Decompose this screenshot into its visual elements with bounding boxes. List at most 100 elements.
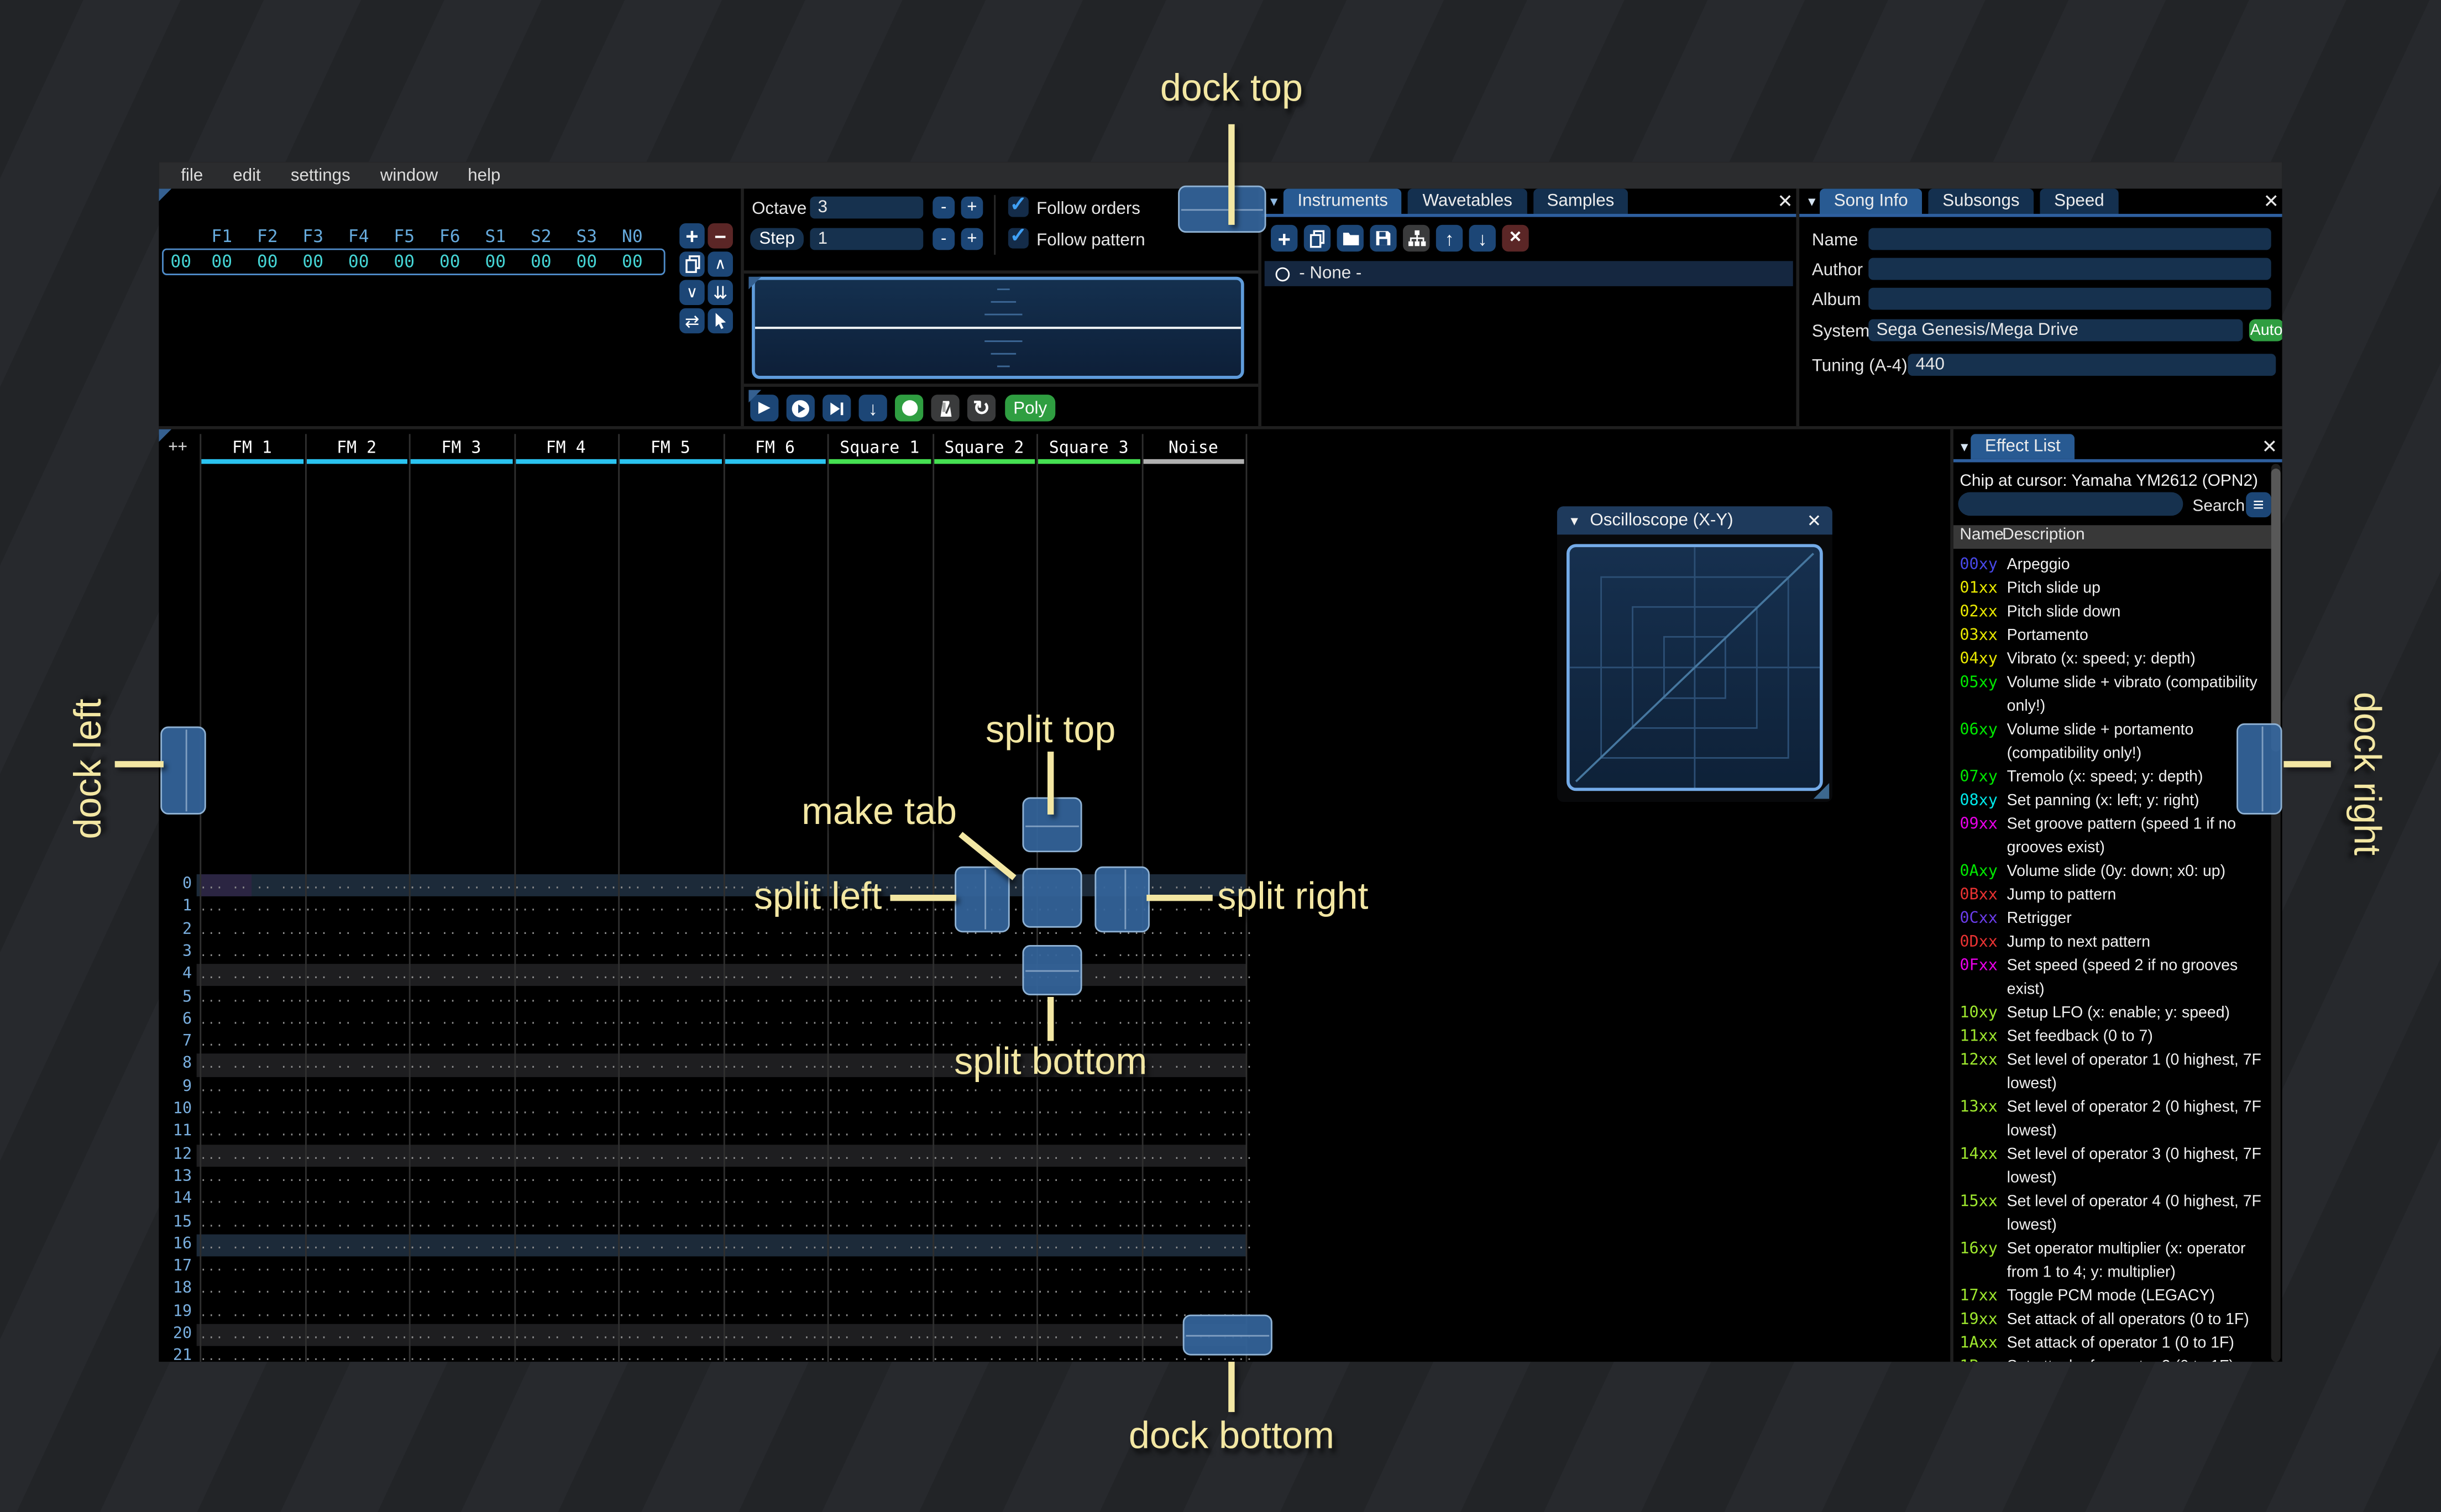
pattern-cell[interactable]: ... .. .. .... bbox=[932, 1279, 1044, 1301]
menu-item-file[interactable]: file bbox=[181, 166, 203, 185]
dock-right-target[interactable] bbox=[2236, 723, 2282, 815]
pattern-cell[interactable]: ... .. .. .... bbox=[827, 986, 939, 1009]
pattern-cell[interactable]: ... .. .. .... bbox=[514, 1279, 625, 1301]
pattern-cell[interactable]: ... .. .. .... bbox=[618, 1257, 730, 1279]
pattern-cell[interactable]: ... .. .. .... bbox=[409, 986, 521, 1009]
pattern-cell[interactable]: ... .. .. .... bbox=[1141, 964, 1253, 987]
pattern-cell[interactable]: ... .. .. .... bbox=[932, 964, 1044, 987]
pattern-cell[interactable]: ... .. .. .... bbox=[409, 874, 521, 897]
instrument-duplicate-button[interactable] bbox=[1303, 224, 1331, 252]
pattern-cell[interactable]: ... .. .. .... bbox=[1141, 919, 1253, 942]
effect-row[interactable]: 09xx Set groove pattern (speed 1 if no gr… bbox=[1960, 813, 2274, 860]
split-left-target[interactable] bbox=[955, 866, 1010, 933]
pattern-cell[interactable]: ... .. .. .... bbox=[200, 1167, 311, 1189]
order-cell[interactable]: 00 bbox=[518, 251, 564, 272]
play-song-button[interactable] bbox=[786, 395, 815, 422]
pattern-cell[interactable]: ... .. .. .... bbox=[409, 1301, 521, 1324]
pattern-cell[interactable]: ... .. .. .... bbox=[827, 919, 939, 942]
effect-row[interactable]: 14xx Set level of operator 3 (0 highest, … bbox=[1960, 1143, 2274, 1190]
octave-input[interactable] bbox=[810, 196, 924, 219]
pattern-cell[interactable]: ... .. .. .... bbox=[1141, 1144, 1253, 1167]
pattern-cell[interactable]: ... .. .. .... bbox=[305, 1234, 416, 1257]
collapse-icon[interactable]: ▼ bbox=[1267, 195, 1280, 209]
pattern-cell[interactable]: ... .. .. .... bbox=[514, 1301, 625, 1324]
effect-row[interactable]: 13xx Set level of operator 2 (0 highest, … bbox=[1960, 1096, 2274, 1143]
pattern-cell[interactable]: ... .. .. .... bbox=[722, 1032, 834, 1054]
order-cell[interactable]: 00 bbox=[199, 251, 245, 272]
pattern-cell[interactable]: ... .. .. .... bbox=[514, 1032, 625, 1054]
instrument-move-down-button[interactable]: ↓ bbox=[1469, 224, 1496, 252]
tab-samples[interactable]: Samples bbox=[1532, 188, 1628, 214]
pattern-cell[interactable]: ... .. .. .... bbox=[514, 1144, 625, 1167]
pattern-cell[interactable]: ... .. .. .... bbox=[618, 1324, 730, 1347]
pattern-cell[interactable]: ... .. .. .... bbox=[1036, 1346, 1148, 1362]
pattern-cell[interactable]: ... .. .. .... bbox=[932, 1301, 1044, 1324]
pattern-cell[interactable]: ... .. .. .... bbox=[409, 1009, 521, 1032]
pattern-cell[interactable]: ... .. .. .... bbox=[827, 942, 939, 964]
order-remove-button[interactable]: − bbox=[708, 223, 733, 249]
pattern-cell[interactable]: ... .. .. .... bbox=[722, 964, 834, 987]
pattern-cell[interactable]: ... .. .. .... bbox=[618, 919, 730, 942]
pattern-cell[interactable]: ... .. .. .... bbox=[1036, 1279, 1148, 1301]
pattern-cell[interactable]: ... .. .. .... bbox=[514, 1167, 625, 1189]
pattern-cell[interactable]: ... .. .. .... bbox=[409, 1167, 521, 1189]
pattern-cell[interactable]: ... .. .. .... bbox=[827, 1301, 939, 1324]
pattern-cell[interactable]: ... .. .. .... bbox=[1141, 1211, 1253, 1234]
effect-row[interactable]: 08xy Set panning (x: left; y: right) bbox=[1960, 789, 2274, 813]
pattern-cell[interactable]: ... .. .. .... bbox=[200, 1122, 311, 1144]
record-button[interactable] bbox=[895, 395, 924, 422]
effect-row[interactable]: 0Dxx Jump to next pattern bbox=[1960, 931, 2274, 954]
pattern-cell[interactable]: ... .. .. .... bbox=[409, 1211, 521, 1234]
step-row-button[interactable]: ↓ bbox=[858, 395, 887, 422]
pattern-cell[interactable]: ... .. .. .... bbox=[1036, 1189, 1148, 1212]
pattern-cell[interactable]: ... .. .. .... bbox=[514, 942, 625, 964]
pattern-cell[interactable]: ... .. .. .... bbox=[200, 1054, 311, 1077]
instrument-toggle-folders-button[interactable] bbox=[1403, 224, 1430, 252]
pattern-cell[interactable]: ... .. .. .... bbox=[200, 1279, 311, 1301]
instrument-move-up-button[interactable]: ↑ bbox=[1436, 224, 1463, 252]
pattern-cell[interactable]: ... .. .. .... bbox=[514, 1189, 625, 1212]
pattern-cell[interactable]: ... .. .. .... bbox=[514, 1346, 625, 1362]
pattern-cell[interactable]: ... .. .. .... bbox=[514, 964, 625, 987]
pattern-cell[interactable]: ... .. .. .... bbox=[514, 1099, 625, 1122]
pattern-cell[interactable]: ... .. .. .... bbox=[932, 1099, 1044, 1122]
pattern-cell[interactable]: ... .. .. .... bbox=[932, 986, 1044, 1009]
pattern-cell[interactable]: ... .. .. .... bbox=[618, 1234, 730, 1257]
repeat-pattern-button[interactable]: ↻ bbox=[967, 395, 996, 422]
order-cell[interactable]: 00 bbox=[290, 251, 336, 272]
pattern-cell[interactable]: ... .. .. .... bbox=[1036, 1099, 1148, 1122]
pattern-cell[interactable]: ... .. .. .... bbox=[618, 964, 730, 987]
pattern-cell[interactable]: ... .. .. .... bbox=[409, 1279, 521, 1301]
effect-row[interactable]: 16xy Set operator multiplier (x: operator… bbox=[1960, 1237, 2274, 1284]
pattern-cell[interactable]: ... .. .. .... bbox=[827, 1054, 939, 1077]
pattern-cell[interactable]: ... .. .. .... bbox=[514, 986, 625, 1009]
pattern-cell[interactable]: ... .. .. .... bbox=[1141, 1189, 1253, 1212]
pattern-cell[interactable]: ... .. .. .... bbox=[932, 1211, 1044, 1234]
pattern-cell[interactable]: ... .. .. .... bbox=[305, 964, 416, 987]
pattern-cell[interactable]: ... .. .. .... bbox=[827, 1324, 939, 1347]
pattern-cell[interactable]: ... .. .. .... bbox=[932, 1122, 1044, 1144]
pattern-cell[interactable]: ... .. .. .... bbox=[722, 1122, 834, 1144]
dock-bottom-target[interactable] bbox=[1182, 1314, 1272, 1356]
pattern-cell[interactable]: ... .. .. .... bbox=[1036, 1211, 1148, 1234]
collapse-icon[interactable]: ▼ bbox=[1568, 513, 1581, 528]
pattern-cell[interactable]: ... .. .. .... bbox=[514, 1211, 625, 1234]
pattern-cell[interactable]: ... .. .. .... bbox=[305, 1257, 416, 1279]
pattern-cell[interactable]: ... .. .. .... bbox=[1141, 1122, 1253, 1144]
pattern-cell[interactable]: ... .. .. .... bbox=[722, 986, 834, 1009]
pattern-cell[interactable]: ... .. .. .... bbox=[1141, 986, 1253, 1009]
poly-mono-toggle[interactable]: Poly bbox=[1005, 395, 1056, 422]
pattern-cell[interactable]: ... .. .. .... bbox=[200, 919, 311, 942]
octave-increase-button[interactable]: + bbox=[961, 196, 983, 219]
pattern-cell[interactable]: ... .. .. .... bbox=[409, 1032, 521, 1054]
order-duplicate-to-end-button[interactable]: ⇊ bbox=[708, 280, 733, 305]
pattern-cell[interactable]: ... .. .. .... bbox=[722, 1234, 834, 1257]
pattern-cell[interactable]: ... .. .. .... bbox=[827, 1189, 939, 1212]
pattern-cell[interactable]: ... .. .. .... bbox=[618, 1279, 730, 1301]
pattern-cell[interactable]: ... .. .. .... bbox=[618, 874, 730, 897]
pattern-cell[interactable]: ... .. .. .... bbox=[514, 874, 625, 897]
pattern-cell[interactable]: ... .. .. .... bbox=[932, 1234, 1044, 1257]
instrument-delete-button[interactable]: ✕ bbox=[1502, 224, 1529, 252]
pattern-cell[interactable]: ... .. .. .... bbox=[409, 897, 521, 920]
effect-row[interactable]: 01xx Pitch slide up bbox=[1960, 577, 2274, 601]
